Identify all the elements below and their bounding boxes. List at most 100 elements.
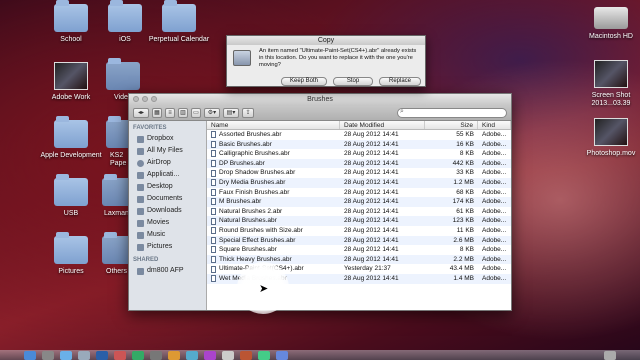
- file-row[interactable]: Assorted Brushes.abr 28 Aug 2012 14:41 55 …: [207, 130, 511, 140]
- document-icon: [211, 140, 216, 148]
- replace-button[interactable]: Replace: [379, 77, 421, 86]
- preferences-dock-icon[interactable]: [150, 351, 162, 360]
- file-kind: Adobe...: [482, 150, 507, 158]
- copy-dialog: Copy An item named "Ultimate-Paint-Set(C…: [226, 35, 426, 87]
- desktop-icon-label: Macintosh HD: [589, 33, 633, 40]
- back-forward-button[interactable]: ◂▸: [133, 107, 149, 118]
- file-row[interactable]: Special Effect Brushes.abr 28 Aug 2012 14…: [207, 235, 511, 246]
- safari-dock-icon[interactable]: [60, 351, 72, 360]
- file-row[interactable]: Natural Brushes.abr 28 Aug 2012 14:41 123 …: [207, 216, 511, 226]
- file-row[interactable]: Faux Finish Brushes.abr 28 Aug 2012 14:41…: [207, 188, 511, 198]
- airdrop-icon: [137, 159, 144, 167]
- file-name-cell: Special Effect Brushes.abr: [207, 236, 340, 246]
- column-header-kind[interactable]: Kind: [478, 121, 511, 129]
- view-columns-button[interactable]: ▥: [178, 107, 188, 118]
- server-icon: [137, 267, 144, 275]
- file-size: 1.2 MB: [453, 178, 474, 186]
- file-size: 11 KB: [456, 226, 474, 234]
- desktop-icon-label: KS2 Pape: [110, 152, 127, 167]
- file-row[interactable]: Calligraphic Brushes.abr 28 Aug 2012 14:4…: [207, 149, 511, 159]
- file-row[interactable]: Drop Shadow Brushes.abr 28 Aug 2012 14:41…: [207, 168, 511, 178]
- file-list-header: Name Date Modified Size Kind: [207, 121, 511, 130]
- hard-drive-icon: [594, 7, 628, 29]
- photoshop-dock-icon[interactable]: [96, 351, 108, 360]
- xcode-dock-icon[interactable]: [132, 351, 144, 360]
- sidebar-item-downloads[interactable]: Downloads: [129, 205, 206, 217]
- finder-titlebar[interactable]: Brushes: [129, 94, 511, 105]
- file-row[interactable]: Square Brushes.abr 28 Aug 2012 14:41 8 KB A…: [207, 245, 511, 255]
- file-row[interactable]: DP Brushes.abr 28 Aug 2012 14:41 442 KB Ado…: [207, 158, 511, 169]
- file-row[interactable]: Round Brushes with Size.abr 28 Aug 2012 1…: [207, 226, 511, 236]
- desktop-file-photoshop-mov[interactable]: Photoshop.mov: [576, 118, 640, 158]
- file-name-cell: Basic Brushes.abr: [207, 140, 340, 150]
- sidebar-item-airdrop[interactable]: AirDrop: [129, 157, 206, 169]
- view-coverflow-button[interactable]: ▭: [191, 107, 201, 118]
- file-kind: Adobe...: [482, 207, 507, 215]
- app-dock-icon[interactable]: [222, 351, 234, 360]
- view-icons-button[interactable]: ▦: [152, 107, 162, 118]
- dialog-title: Copy: [317, 37, 335, 44]
- file-kind: Adobe...: [482, 188, 507, 196]
- file-size: 61 KB: [456, 207, 474, 215]
- stop-button[interactable]: Stop: [333, 77, 373, 86]
- sidebar-item-all-my-files[interactable]: All My Files: [129, 145, 206, 157]
- sidebar-item-dropbox[interactable]: Dropbox: [129, 133, 206, 145]
- share-button[interactable]: ⇪: [242, 107, 254, 118]
- sidebar-heading-shared: SHARED: [133, 257, 159, 263]
- document-icon: [211, 179, 216, 187]
- sidebar-item-movies[interactable]: Movies: [129, 217, 206, 229]
- sidebar-item-label: Dropbox: [147, 135, 174, 142]
- file-name-cell: Dry Media Brushes.abr: [207, 178, 340, 188]
- sidebar-item-documents[interactable]: Documents: [129, 193, 206, 205]
- file-date: 28 Aug 2012 14:41: [344, 274, 399, 282]
- desktop-folder-perpetual-calendar[interactable]: Perpetual Calendar: [144, 0, 214, 44]
- file-row[interactable]: Natural Brushes 2.abr 28 Aug 2012 14:41 61…: [207, 207, 511, 217]
- sidebar-item-desktop[interactable]: Desktop: [129, 181, 206, 193]
- file-row[interactable]: Basic Brushes.abr 28 Aug 2012 14:41 16 KB A…: [207, 139, 511, 150]
- arrange-button[interactable]: ▤▾: [223, 107, 239, 118]
- app-dock-icon[interactable]: [258, 351, 270, 360]
- sidebar-item-music[interactable]: Music: [129, 229, 206, 241]
- launchpad-dock-icon[interactable]: [42, 351, 54, 360]
- dialog-titlebar[interactable]: Copy: [227, 36, 425, 45]
- app-dock-icon[interactable]: [204, 351, 216, 360]
- view-list-button[interactable]: ≡: [165, 107, 175, 118]
- folder-icon: [54, 0, 88, 32]
- sidebar-item-label: Music: [147, 231, 166, 238]
- file-name: Assorted Brushes.abr: [219, 131, 282, 138]
- zoom-window-button[interactable]: [151, 96, 157, 102]
- action-gear-button[interactable]: ⚙▾: [204, 107, 220, 118]
- desktop-icon-label: Screen Shot 2013...03.39: [591, 92, 631, 107]
- keep-both-button[interactable]: Keep Both: [281, 77, 327, 86]
- file-name: Calligraphic Brushes.abr: [219, 150, 290, 158]
- app-dock-icon[interactable]: [240, 351, 252, 360]
- app-dock-icon[interactable]: [168, 351, 180, 360]
- column-header-size[interactable]: Size: [425, 121, 478, 129]
- file-date: 28 Aug 2012 14:41: [344, 131, 399, 138]
- itunes-dock-icon[interactable]: [114, 351, 126, 360]
- file-row[interactable]: M Brushes.abr 28 Aug 2012 14:41 174 KB Adob…: [207, 197, 511, 207]
- sidebar-item-applications[interactable]: Applicati...: [129, 169, 206, 181]
- finder-window: Brushes ◂▸ ▦ ≡ ▥ ▭ ⚙▾ ▤▾ ⇪ FAVORITES Dro…: [128, 93, 512, 311]
- desktop-file-screen-shot[interactable]: Screen Shot 2013...03.39: [576, 60, 640, 108]
- close-window-button[interactable]: [133, 96, 139, 102]
- search-field[interactable]: [397, 107, 507, 118]
- app-dock-icon[interactable]: [186, 351, 198, 360]
- file-date: 28 Aug 2012 14:41: [344, 169, 399, 177]
- trash-dock-icon[interactable]: [604, 351, 616, 360]
- file-kind: Adobe...: [482, 236, 507, 244]
- app-dock-icon[interactable]: [276, 351, 288, 360]
- minimize-window-button[interactable]: [142, 96, 148, 102]
- sidebar-item-dm800-afp[interactable]: dm800 AFP: [129, 265, 206, 277]
- file-size: 33 KB: [456, 169, 474, 177]
- mail-dock-icon[interactable]: [78, 351, 90, 360]
- file-name: DP Brushes.abr: [219, 159, 265, 167]
- finder-dock-icon[interactable]: [24, 351, 36, 360]
- file-row[interactable]: Dry Media Brushes.abr 28 Aug 2012 14:41 1.…: [207, 177, 511, 188]
- column-header-date-modified[interactable]: Date Modified: [340, 121, 425, 129]
- desktop-drive-macintosh-hd[interactable]: Macintosh HD: [576, 4, 640, 41]
- sidebar-item-pictures[interactable]: Pictures: [129, 241, 206, 253]
- document-icon: [211, 236, 216, 244]
- column-header-name[interactable]: Name: [207, 121, 340, 129]
- file-size: 2.2 MB: [453, 255, 474, 263]
